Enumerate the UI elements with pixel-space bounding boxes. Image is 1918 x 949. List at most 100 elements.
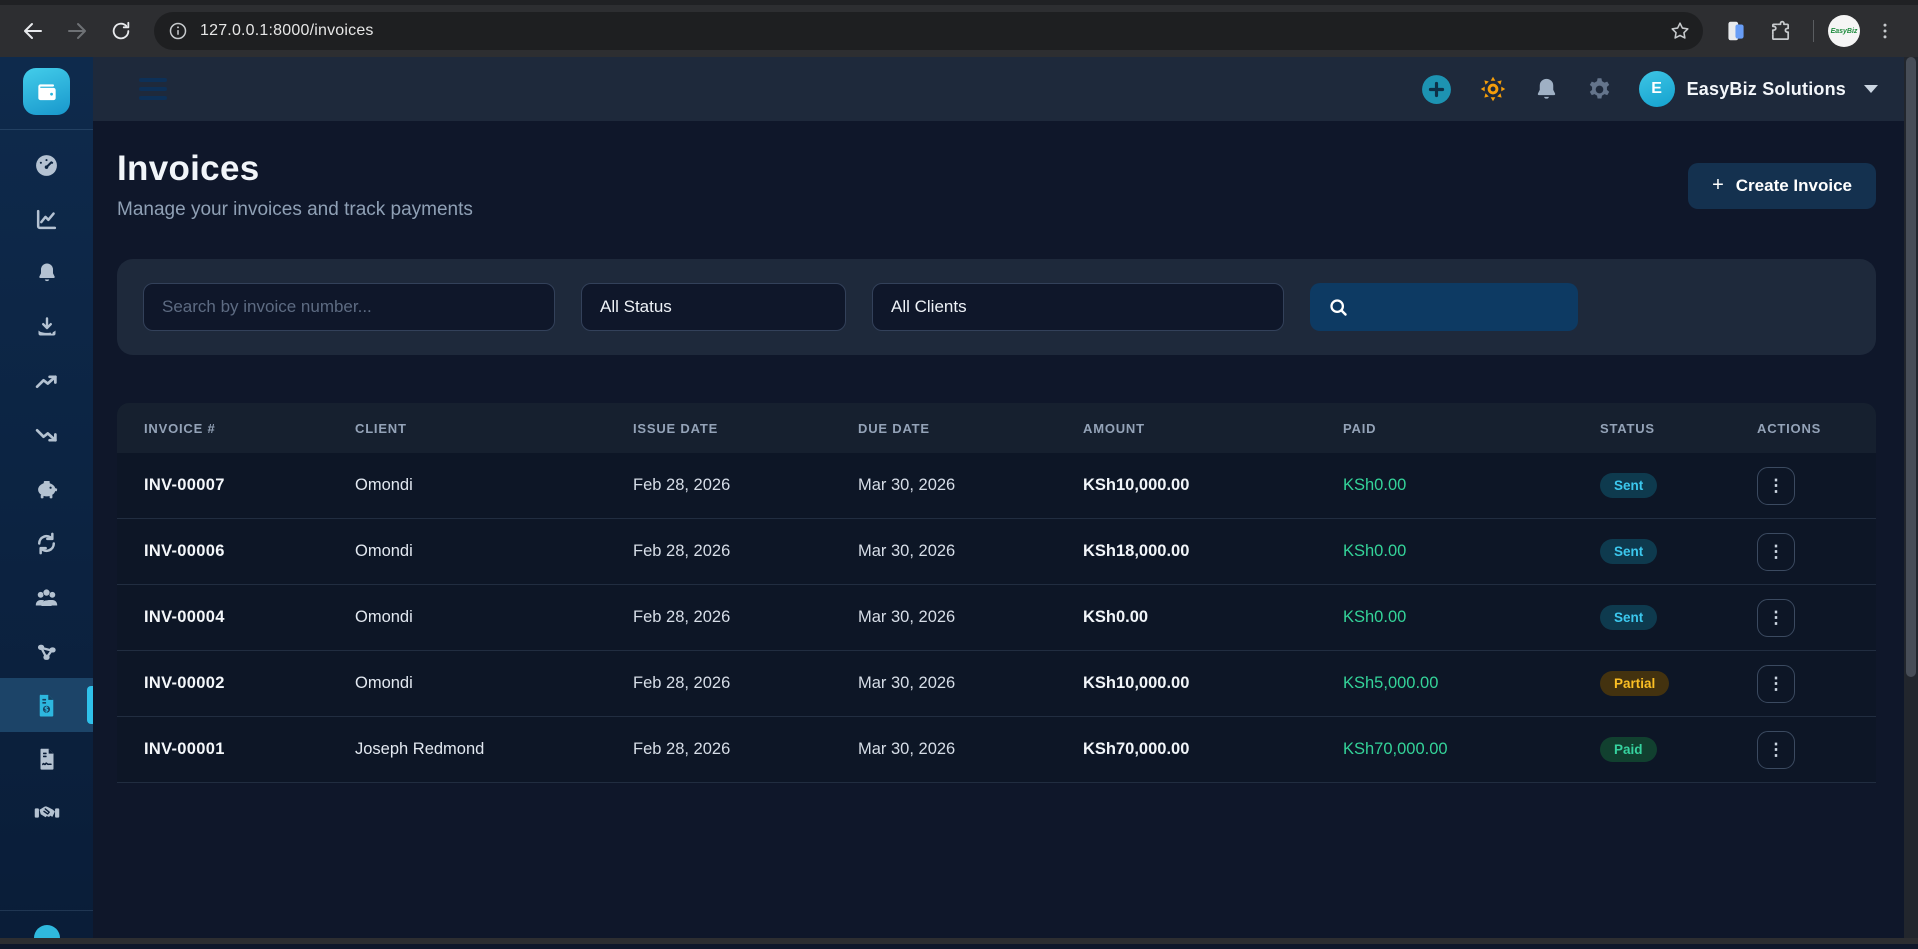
sync-icon	[34, 531, 59, 556]
notifications-button[interactable]	[1533, 76, 1560, 103]
company-avatar: E	[1639, 71, 1675, 107]
sidebar-toggle-button[interactable]	[139, 78, 167, 100]
browser-reload-button[interactable]	[102, 12, 140, 50]
create-invoice-label: Create Invoice	[1736, 176, 1852, 196]
address-bar[interactable]: 127.0.0.1:8000/invoices	[154, 12, 1703, 50]
filter-bar: All Status All Clients	[117, 259, 1876, 355]
bookmark-star-icon[interactable]	[1669, 20, 1691, 42]
clients-filter-select[interactable]: All Clients	[872, 283, 1284, 331]
sidebar-item-transactions[interactable]	[0, 516, 93, 570]
sidebar-item-analytics[interactable]	[0, 192, 93, 246]
browser-menu-button[interactable]	[1866, 12, 1904, 50]
app-logo[interactable]	[23, 68, 70, 115]
create-invoice-button[interactable]: + Create Invoice	[1688, 163, 1876, 209]
table-row: INV-00001 Joseph Redmond Feb 28, 2026 Ma…	[117, 717, 1876, 783]
scrollbar-thumb[interactable]	[1906, 57, 1916, 677]
sidebar-divider-top	[0, 129, 93, 130]
client-name: Omondi	[355, 476, 633, 495]
row-actions-button[interactable]: ⋮	[1757, 665, 1795, 703]
theme-toggle-button[interactable]	[1479, 75, 1507, 103]
app-topbar: E EasyBiz Solutions	[93, 57, 1904, 121]
bell-icon	[1533, 76, 1560, 103]
col-status: STATUS	[1600, 421, 1757, 436]
page-scrollbar[interactable]	[1904, 57, 1918, 938]
row-actions-button[interactable]: ⋮	[1757, 467, 1795, 505]
svg-text:$: $	[44, 705, 49, 713]
client-name: Omondi	[355, 608, 633, 627]
invoice-number: INV-00001	[144, 740, 355, 759]
sidebar-item-quotes[interactable]	[0, 732, 93, 786]
active-indicator	[87, 686, 93, 724]
download-tray-icon	[35, 315, 59, 339]
url-text[interactable]: 127.0.0.1:8000/invoices	[200, 22, 1669, 40]
amount: KSh70,000.00	[1083, 740, 1343, 759]
col-due-date: DUE DATE	[858, 421, 1083, 436]
paid-amount: KSh0.00	[1343, 608, 1600, 627]
row-actions-button[interactable]: ⋮	[1757, 599, 1795, 637]
plus-icon: +	[1712, 174, 1724, 197]
browser-forward-button[interactable]	[58, 12, 96, 50]
amount: KSh10,000.00	[1083, 476, 1343, 495]
quick-add-button[interactable]	[1420, 73, 1453, 106]
table-row: INV-00002 Omondi Feb 28, 2026 Mar 30, 20…	[117, 651, 1876, 717]
browser-profile-avatar[interactable]: EasyBiz	[1828, 15, 1860, 47]
trend-up-icon	[34, 369, 59, 394]
due-date: Mar 30, 2026	[858, 542, 1083, 561]
browser-back-button[interactable]	[14, 12, 52, 50]
sidebar-item-expenses-trend[interactable]	[0, 408, 93, 462]
due-date: Mar 30, 2026	[858, 674, 1083, 693]
hamburger-icon	[139, 78, 167, 82]
trend-down-icon	[34, 423, 59, 448]
table-row: INV-00007 Omondi Feb 28, 2026 Mar 30, 20…	[117, 453, 1876, 519]
amount: KSh10,000.00	[1083, 674, 1343, 693]
plus-circle-icon	[1420, 73, 1453, 106]
sidebar-item-sales-trend[interactable]	[0, 354, 93, 408]
col-issue-date: ISSUE DATE	[633, 421, 858, 436]
account-menu[interactable]: E EasyBiz Solutions	[1639, 71, 1878, 107]
table-row: INV-00004 Omondi Feb 28, 2026 Mar 30, 20…	[117, 585, 1876, 651]
due-date: Mar 30, 2026	[858, 608, 1083, 627]
search-input[interactable]	[143, 283, 555, 331]
due-date: Mar 30, 2026	[858, 476, 1083, 495]
sidebar-item-income[interactable]	[0, 300, 93, 354]
row-actions-button[interactable]: ⋮	[1757, 533, 1795, 571]
invoices-table: INVOICE # CLIENT ISSUE DATE DUE DATE AMO…	[117, 403, 1876, 783]
col-paid: PAID	[1343, 421, 1600, 436]
kebab-menu-icon	[1875, 21, 1895, 41]
invoice-number: INV-00004	[144, 608, 355, 627]
status-filter-select[interactable]: All Status	[581, 283, 846, 331]
col-actions: ACTIONS	[1757, 421, 1876, 436]
settings-button[interactable]	[1586, 76, 1613, 103]
sidebar-bottom-avatar[interactable]	[34, 925, 60, 938]
issue-date: Feb 28, 2026	[633, 608, 858, 627]
company-name: EasyBiz Solutions	[1687, 79, 1846, 100]
sidebar-item-dashboard[interactable]	[0, 138, 93, 192]
search-icon	[1328, 297, 1349, 318]
search-button[interactable]	[1310, 283, 1578, 331]
site-info-icon[interactable]	[168, 21, 188, 41]
back-arrow-icon	[21, 19, 45, 43]
invoice-number: INV-00002	[144, 674, 355, 693]
side-panel-button[interactable]	[1717, 12, 1755, 50]
col-client: CLIENT	[355, 421, 633, 436]
sun-icon	[1479, 75, 1507, 103]
sidebar-item-invoices[interactable]: $	[0, 678, 93, 732]
handshake-icon	[33, 799, 61, 827]
sidebar: $	[0, 57, 93, 938]
table-row: INV-00006 Omondi Feb 28, 2026 Mar 30, 20…	[117, 519, 1876, 585]
amount: KSh0.00	[1083, 608, 1343, 627]
issue-date: Feb 28, 2026	[633, 476, 858, 495]
sidebar-item-customers[interactable]	[0, 570, 93, 624]
invoice-number: INV-00006	[144, 542, 355, 561]
sidebar-item-integrations[interactable]	[0, 624, 93, 678]
sidebar-item-savings[interactable]	[0, 462, 93, 516]
sidebar-item-deals[interactable]	[0, 786, 93, 840]
extensions-button[interactable]	[1761, 12, 1799, 50]
paid-amount: KSh70,000.00	[1343, 740, 1600, 759]
sidebar-item-notifications[interactable]	[0, 246, 93, 300]
dashboard-gauge-icon	[34, 153, 59, 178]
browser-toolbar: 127.0.0.1:8000/invoices EasyBiz	[0, 0, 1918, 57]
status-badge: Sent	[1600, 473, 1657, 498]
status-filter-value: All Status	[600, 297, 672, 317]
row-actions-button[interactable]: ⋮	[1757, 731, 1795, 769]
